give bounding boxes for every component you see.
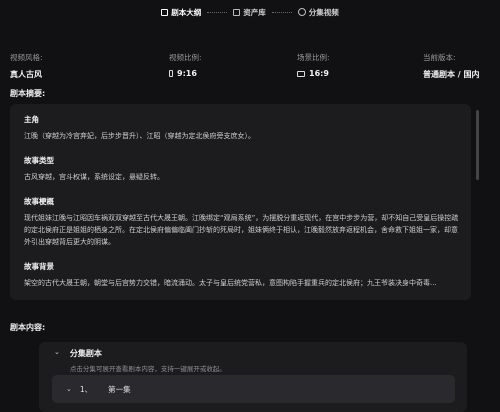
block-heading: 故事类型: [24, 156, 54, 165]
landscape-icon: [297, 70, 305, 77]
meta-value: 真人古风: [10, 69, 43, 80]
episodes-group-title: 分集剧本: [69, 349, 102, 358]
block-text: 江晚（穿越为冷宫弃妃，后步步晋升）、江昭（穿越为定北侯府旁支庶女）。: [24, 132, 255, 140]
step-episode-video[interactable]: 分集视频: [297, 7, 339, 18]
block-heading: 主角: [24, 115, 39, 124]
chevron-down-icon: ⌄: [54, 348, 60, 356]
folder-icon: [233, 8, 241, 16]
summary-card[interactable]: 主角 江晚（穿越为冷宫弃妃，后步步晋升）、江昭（穿越为定北侯府旁支庶女）。 故事…: [10, 104, 471, 300]
step-script-outline[interactable]: 剧本大纲: [161, 7, 201, 18]
meta-value: 普通剧本 / 国内: [423, 69, 480, 80]
step-label: 资产库: [243, 7, 266, 17]
step-connector: [271, 11, 292, 13]
meta-label: 视频比例:: [169, 53, 202, 62]
block-text: 架空的古代大晟王朝，朝堂与后宫势力交错，暗流涌动。太子与皇后统党营私，意图构陷手…: [24, 279, 437, 287]
meta-label: 当前版本:: [423, 53, 456, 62]
step-asset-library[interactable]: 资产库: [233, 7, 266, 18]
step-label: 剧本大纲: [171, 7, 202, 17]
step-label: 分集视频: [308, 7, 339, 17]
progress-stepper: 剧本大纲 资产库 分集视频: [0, 4, 500, 20]
episodes-group-header[interactable]: ⌄ 分集剧本 点击分集可展开查看剧本内容，支持一键展开或收起。: [54, 348, 226, 373]
version-value: 普通剧本 / 国内: [423, 70, 480, 79]
play-circle-icon: [297, 8, 306, 16]
scene-ratio-value: 16:9: [309, 69, 329, 78]
episode-item[interactable]: ⌄ 1、 第一集: [52, 375, 455, 403]
summary-title: 剧本摘要:: [10, 89, 46, 98]
meta-style: 视频风格: 真人古风: [10, 52, 43, 80]
book-icon: [161, 8, 169, 16]
meta-ratio: 视频比例: 9:16: [169, 52, 202, 78]
meta-version: 当前版本: 普通剧本 / 国内: [423, 52, 480, 80]
block-text: 古风穿越，宫斗权谋，系统设定，悬疑反转。: [24, 173, 164, 181]
ratio-value: 9:16: [177, 69, 197, 78]
episode-name: 第一集: [108, 384, 131, 394]
step-connector: [207, 11, 228, 13]
meta-scene-ratio: 场景比例: 16:9: [297, 52, 330, 78]
meta-label: 场景比例:: [297, 53, 330, 62]
chevron-down-icon: ⌄: [66, 385, 72, 393]
block-heading: 故事梗概: [24, 197, 54, 206]
summary-block-synopsis: 故事梗概 现代姐妹江晚与江昭因车祸双双穿越至古代大晟王朝。江晚绑定“观局系统”，…: [24, 196, 459, 248]
episode-number: 1、: [79, 384, 93, 394]
block-text: 现代姐妹江晚与江昭因车祸双双穿越至古代大晟王朝。江晚绑定“观局系统”，为摆脱分重…: [24, 214, 459, 246]
summary-block-protagonist: 主角 江晚（穿越为冷宫弃妃，后步步晋升）、江昭（穿越为定北侯府旁支庶女）。: [24, 114, 459, 142]
meta-value: 9:16: [169, 69, 202, 78]
block-heading: 故事背景: [24, 262, 54, 271]
portrait-icon: [169, 70, 173, 77]
episodes-group-desc: 点击分集可展开查看剧本内容，支持一键展开或收起。: [69, 365, 226, 373]
summary-block-genre: 故事类型 古风穿越，宫斗权谋，系统设定，悬疑反转。: [24, 155, 459, 183]
meta-label: 视频风格:: [10, 53, 43, 62]
summary-scrollbar[interactable]: [476, 110, 479, 180]
meta-value: 16:9: [297, 69, 330, 78]
summary-block-background: 故事背景 架空的古代大晟王朝，朝堂与后宫势力交错，暗流涌动。太子与皇后统党营私，…: [24, 261, 459, 289]
content-title: 剧本内容:: [10, 323, 46, 332]
style-value: 真人古风: [10, 70, 42, 79]
